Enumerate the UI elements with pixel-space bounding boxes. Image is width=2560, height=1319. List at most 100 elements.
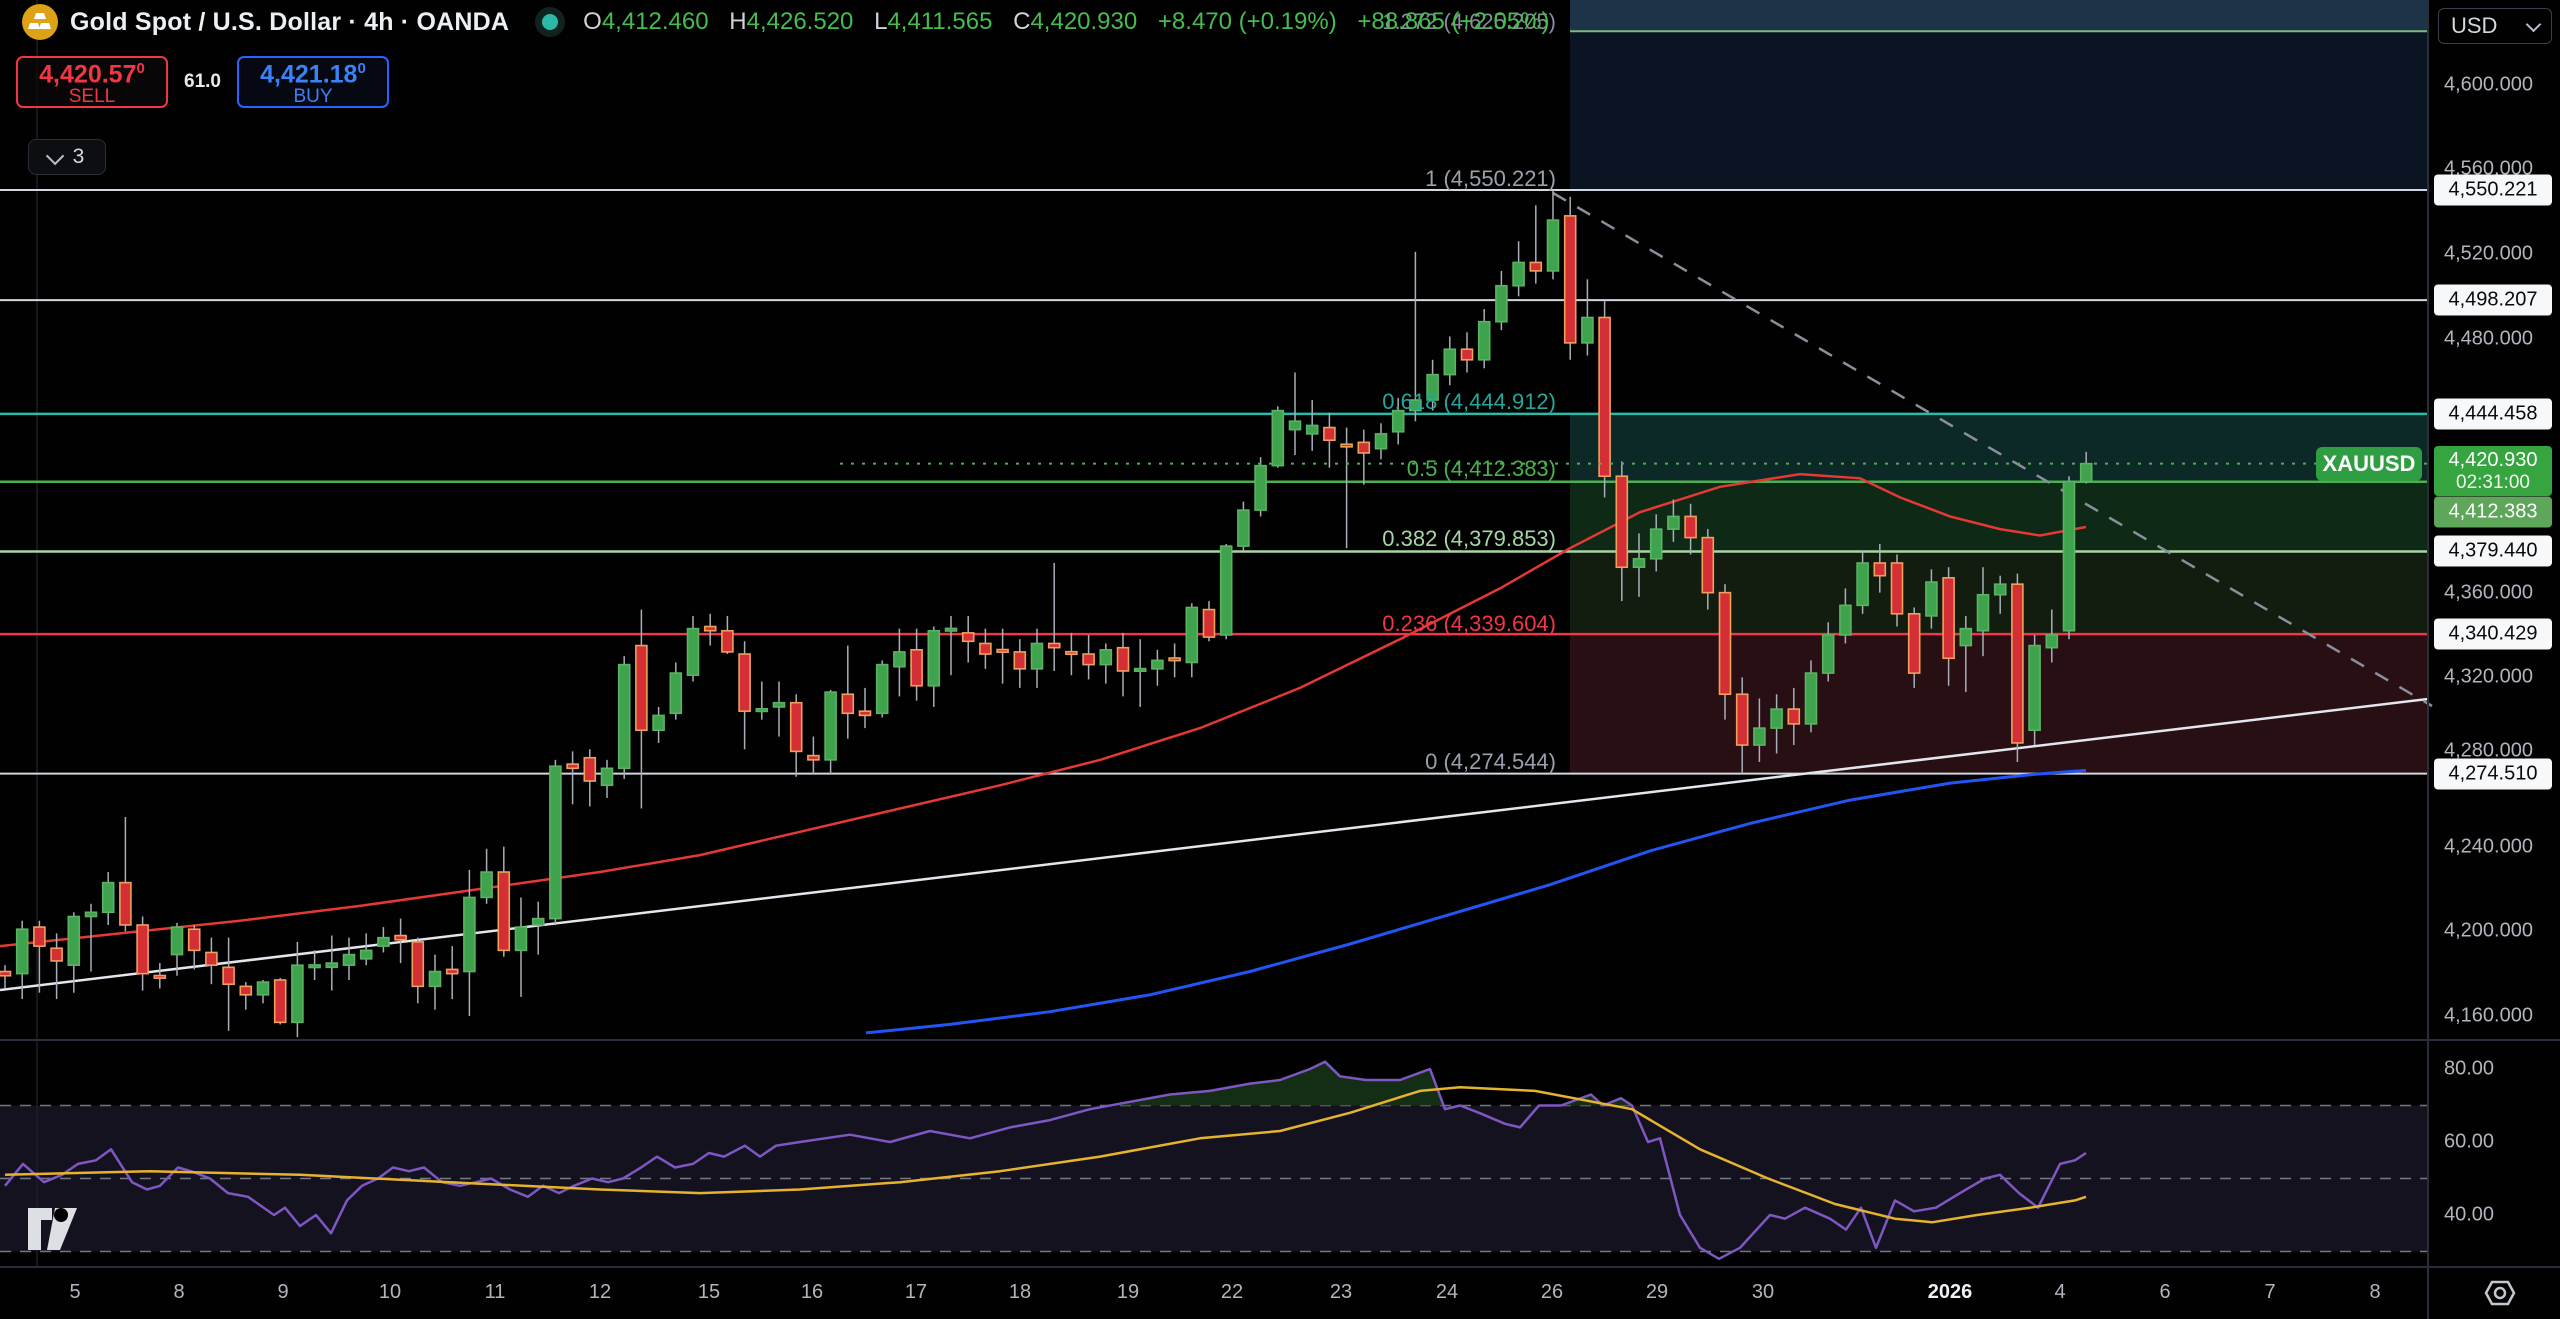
time-axis-label[interactable]: 5 — [69, 1281, 80, 1304]
rsi-axis-label[interactable]: 40.00 — [2444, 1204, 2494, 1227]
candle-down — [1737, 694, 1748, 745]
rsi-axis-label[interactable]: 60.00 — [2444, 1131, 2494, 1154]
candle-up — [1651, 529, 1662, 559]
price-axis-label[interactable]: 4,200.000 — [2444, 920, 2533, 943]
candle-up — [1823, 635, 1834, 673]
fib-zone-band — [1570, 482, 2428, 551]
candle-up — [2046, 635, 2057, 648]
candle-down — [137, 925, 148, 974]
price-axis-label[interactable]: 4,240.000 — [2444, 836, 2533, 859]
candle-down — [51, 948, 62, 961]
candle-up — [309, 965, 320, 968]
price-axis-label[interactable]: 4,600.000 — [2444, 74, 2533, 97]
candle-down — [2012, 584, 2023, 743]
price-line-label-box: 4,379.440 — [2434, 536, 2552, 567]
trade-panel: 4,420.570 SELL 61.0 4,421.180 BUY — [16, 56, 389, 108]
ascending-trendline — [0, 699, 2428, 990]
time-axis-label[interactable]: 16 — [801, 1281, 823, 1304]
time-axis-label[interactable]: 23 — [1330, 1281, 1352, 1304]
buy-button[interactable]: 4,421.180 BUY — [237, 56, 389, 108]
candle-down — [412, 942, 423, 986]
time-axis-label[interactable]: 4 — [2054, 1281, 2065, 1304]
time-axis-label[interactable]: 17 — [905, 1281, 927, 1304]
candle-up — [2029, 646, 2040, 731]
candle-up — [17, 929, 28, 973]
time-axis-label[interactable]: 6 — [2159, 1281, 2170, 1304]
candle-up — [1376, 434, 1387, 449]
indicators-collapse-button[interactable]: 3 — [28, 139, 106, 175]
candle-down — [1324, 428, 1335, 441]
fib-level-label: 0.5 (4,412.383) — [0, 457, 1556, 481]
time-axis-label[interactable]: 19 — [1117, 1281, 1139, 1304]
time-axis-label[interactable]: 7 — [2264, 1281, 2275, 1304]
time-axis-label[interactable]: 11 — [485, 1281, 506, 1304]
price-line-label-box: 4,550.221 — [2434, 175, 2552, 206]
candle-down — [1685, 516, 1696, 537]
gold-symbol-icon[interactable] — [22, 4, 58, 40]
time-axis-label[interactable]: 15 — [698, 1281, 720, 1304]
candle-up — [1857, 563, 1868, 605]
candle-up — [86, 912, 97, 916]
candle-down — [1788, 709, 1799, 724]
candle-down — [120, 883, 131, 925]
candle-up — [533, 919, 544, 925]
candle-down — [842, 694, 853, 713]
candle-up — [894, 652, 905, 667]
change-value: +8.470 (+0.19%) — [1158, 8, 1337, 35]
time-axis-label[interactable]: 18 — [1009, 1281, 1031, 1304]
time-axis-label[interactable]: 8 — [2369, 1281, 2380, 1304]
sell-button[interactable]: 4,420.570 SELL — [16, 56, 168, 108]
candle-down — [1892, 563, 1903, 614]
candle-up — [1668, 516, 1679, 529]
time-axis-label[interactable]: 30 — [1752, 1281, 1774, 1304]
candle-down — [189, 929, 200, 950]
price-axis-label[interactable]: 4,320.000 — [2444, 666, 2533, 689]
candle-up — [1152, 660, 1163, 668]
candle-up — [430, 972, 441, 987]
time-axis-label[interactable]: 24 — [1436, 1281, 1458, 1304]
time-axis-label[interactable]: 8 — [173, 1281, 184, 1304]
market-status-icon[interactable] — [535, 7, 565, 37]
price-axis-label[interactable]: 4,360.000 — [2444, 582, 2533, 605]
fib-zone-band — [1570, 413, 2428, 482]
candle-down — [1083, 654, 1094, 665]
time-axis-label[interactable]: 26 — [1541, 1281, 1563, 1304]
price-axis-label[interactable]: 4,480.000 — [2444, 328, 2533, 351]
price-axis-label[interactable]: 4,520.000 — [2444, 243, 2533, 266]
candle-down — [1909, 614, 1920, 673]
time-axis-label[interactable]: 9 — [277, 1281, 288, 1304]
tradingview-logo-icon[interactable] — [28, 1208, 80, 1257]
candle-up — [877, 665, 888, 714]
price-axis-label[interactable]: 4,160.000 — [2444, 1005, 2533, 1028]
time-axis-label[interactable]: 12 — [589, 1281, 611, 1304]
time-axis-label[interactable]: 2026 — [1928, 1281, 1973, 1304]
candle-down — [1341, 444, 1352, 447]
time-axis-label[interactable]: 22 — [1221, 1281, 1243, 1304]
candle-down — [447, 969, 458, 973]
candle-down — [34, 927, 45, 946]
price-chart[interactable] — [0, 0, 2560, 1319]
candle-up — [1771, 709, 1782, 728]
symbol-title[interactable]: Gold Spot / U.S. Dollar · 4h · OANDA — [70, 8, 509, 37]
timezone-settings-icon[interactable] — [2480, 1278, 2520, 1313]
candle-down — [154, 976, 165, 979]
candle-down — [980, 643, 991, 654]
candle-up — [1135, 669, 1146, 672]
candle-down — [498, 872, 509, 950]
price-scale-currency-dropdown[interactable]: USD — [2438, 8, 2552, 44]
candle-up — [774, 703, 785, 707]
candle-up — [344, 955, 355, 966]
indicator-count: 3 — [73, 145, 85, 169]
candle-up — [1479, 322, 1490, 360]
time-axis-label[interactable]: 10 — [379, 1281, 401, 1304]
candle-down — [1066, 652, 1077, 655]
candle-down — [1874, 563, 1885, 576]
fib-level-label: 1 (4,550.221) — [0, 167, 1556, 191]
candle-down — [1943, 578, 1954, 658]
symbol-price-tag[interactable]: XAUUSD — [2316, 447, 2422, 481]
candle-up — [172, 927, 183, 955]
candle-down — [0, 972, 11, 976]
candle-up — [1032, 643, 1043, 668]
time-axis-label[interactable]: 29 — [1646, 1281, 1668, 1304]
rsi-axis-label[interactable]: 80.00 — [2444, 1058, 2494, 1081]
